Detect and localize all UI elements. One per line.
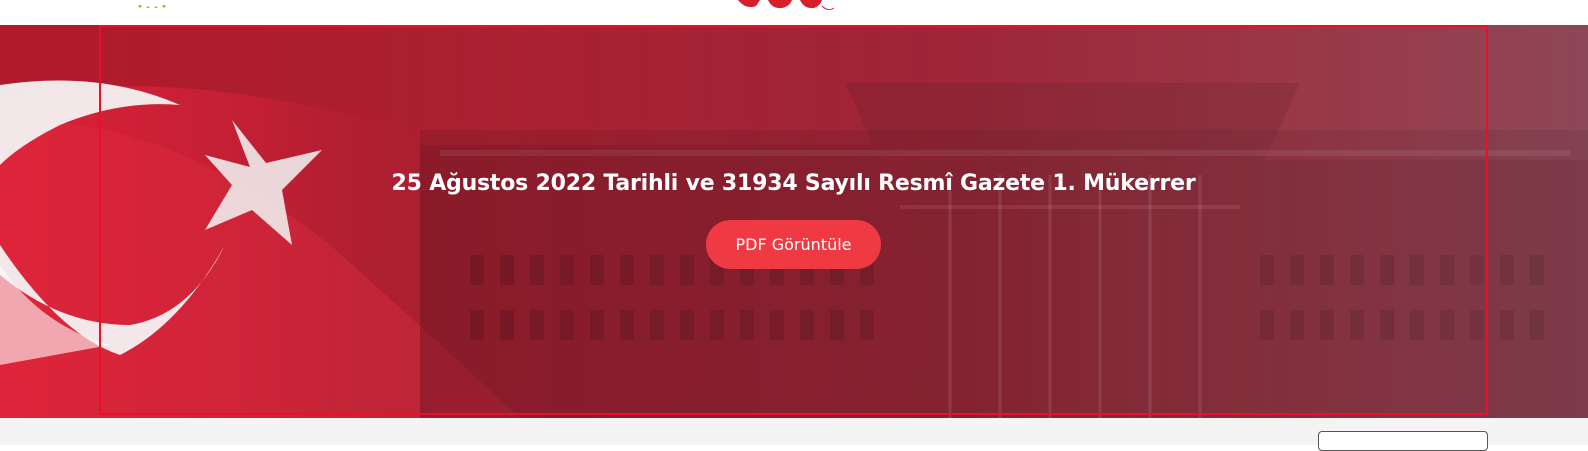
partial-button[interactable] — [1318, 431, 1488, 451]
gazette-title: 25 Ağustos 2022 Tarihli ve 31934 Sayılı … — [391, 171, 1196, 196]
hero-banner: 25 Ağustos 2022 Tarihli ve 31934 Sayılı … — [0, 25, 1588, 418]
emblem-stars-icon[interactable] — [132, 0, 174, 8]
pdf-view-button[interactable]: PDF Görüntüle — [706, 220, 881, 269]
anniversary-100-logo[interactable] — [738, 0, 848, 14]
top-header — [0, 0, 1588, 25]
